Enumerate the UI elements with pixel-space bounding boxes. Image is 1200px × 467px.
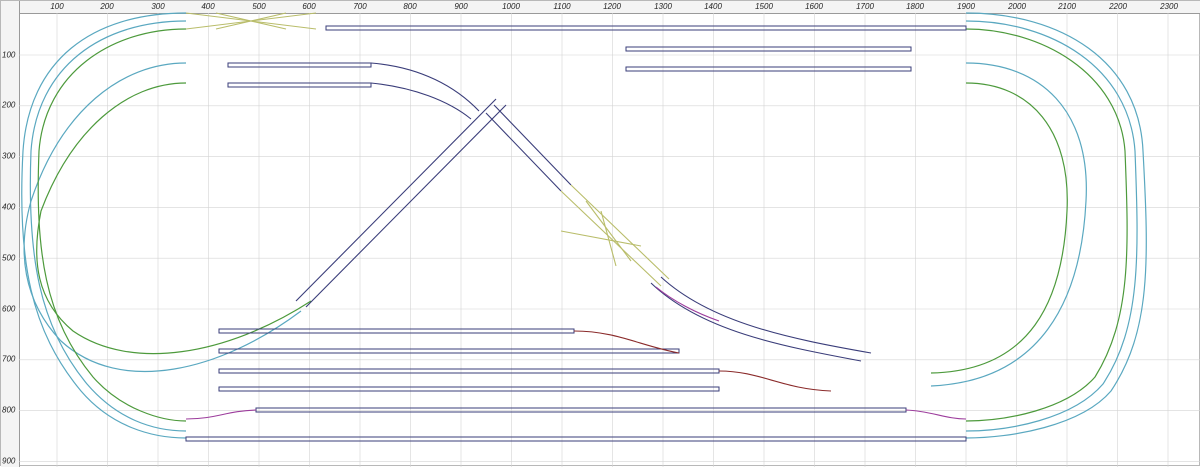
top-straights[interactable] bbox=[227, 25, 967, 88]
turnout-group[interactable] bbox=[185, 12, 670, 287]
yard-sidings[interactable] bbox=[185, 328, 967, 442]
inner-loop-track[interactable] bbox=[36, 28, 1128, 422]
outer-loop-track[interactable] bbox=[21, 12, 1147, 439]
track-plan-drawing[interactable] bbox=[1, 1, 1200, 467]
track-plan-canvas[interactable]: 100 200 300 400 500 600 700 800 900 1000… bbox=[0, 0, 1200, 467]
